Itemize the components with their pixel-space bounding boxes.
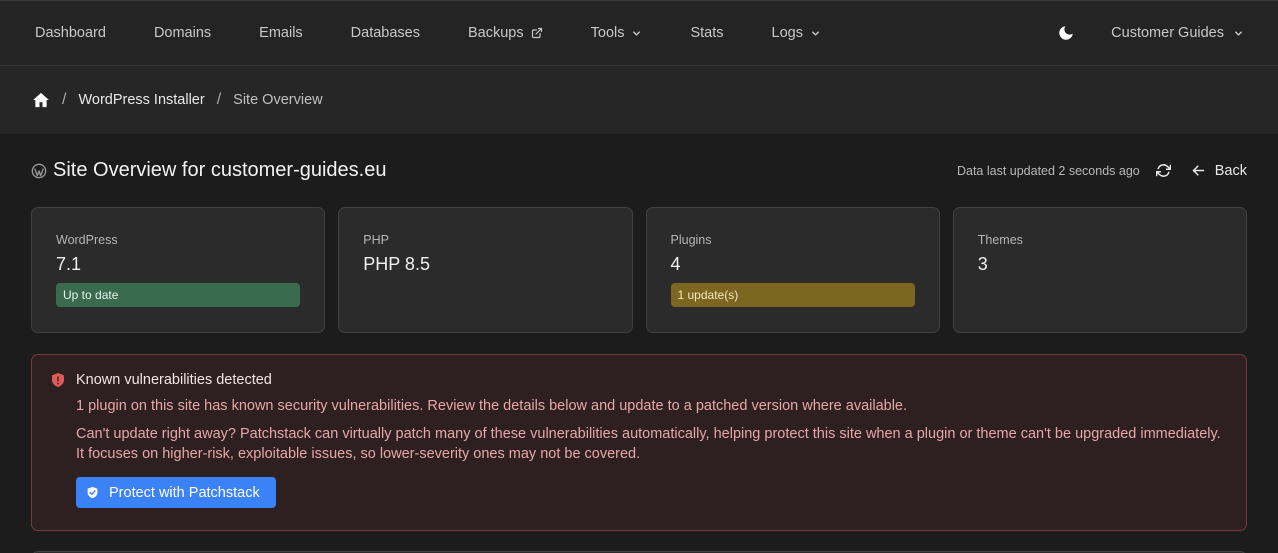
stats-cards: WordPress 7.1 Up to date PHP PHP 8.5 Plu… bbox=[31, 207, 1247, 333]
nav-item-label: Emails bbox=[259, 25, 303, 41]
nav-item-tools[interactable]: Tools bbox=[591, 25, 643, 41]
card-value: 7.1 bbox=[56, 254, 82, 274]
back-button[interactable]: Back bbox=[1191, 163, 1247, 179]
nav-right: Customer Guides bbox=[1057, 24, 1244, 42]
nav-item-dashboard[interactable]: Dashboard bbox=[35, 25, 106, 41]
chevron-down-icon bbox=[1235, 30, 1242, 36]
title-row: Site Overview for customer-guides.eu Dat… bbox=[31, 134, 1247, 207]
nav-item-label: Databases bbox=[350, 25, 420, 41]
card-label: Themes bbox=[977, 233, 1023, 247]
nav-item-databases[interactable]: Databases bbox=[351, 25, 420, 41]
nav-item-label: Dashboard bbox=[35, 25, 106, 41]
card-value: 3 bbox=[977, 254, 988, 274]
refresh-icon bbox=[1155, 164, 1171, 177]
nav-item-logs[interactable]: Logs bbox=[772, 25, 821, 41]
refresh-button[interactable] bbox=[1155, 163, 1171, 178]
card-value: 4 bbox=[670, 254, 681, 274]
vulnerability-alert: Known vulnerabilities detected 1 plugin … bbox=[31, 354, 1247, 531]
button-label: Protect with Patchstack bbox=[109, 484, 260, 501]
card-wordpress: WordPress 7.1 Up to date bbox=[31, 207, 326, 333]
nav-item-stats[interactable]: Stats bbox=[690, 25, 723, 41]
main-content: Site Overview for customer-guides.eu Dat… bbox=[0, 134, 1278, 553]
breadcrumb-separator: / bbox=[62, 91, 67, 108]
breadcrumb: / WordPress Installer / Site Overview bbox=[0, 66, 1278, 134]
card-label: Plugins bbox=[670, 233, 712, 247]
breadcrumb-item-site-overview: Site Overview bbox=[233, 92, 323, 108]
breadcrumb-separator: / bbox=[216, 91, 222, 108]
card-php: PHP PHP 8.5 bbox=[338, 207, 633, 333]
nav-item-domains[interactable]: Domains bbox=[154, 25, 211, 41]
shield-alert-icon bbox=[52, 373, 64, 387]
nav-item-label: Domains bbox=[153, 25, 212, 41]
nav-item-emails[interactable]: Emails bbox=[259, 25, 303, 41]
card-plugins: Plugins 4 1 update(s) bbox=[645, 207, 940, 333]
arrow-left-icon bbox=[1192, 165, 1204, 176]
update-badge: 1 update(s) bbox=[670, 283, 915, 307]
alert-title: Known vulnerabilities detected bbox=[76, 372, 272, 388]
nav-item-backups[interactable]: Backups bbox=[468, 25, 543, 41]
home-link[interactable] bbox=[32, 91, 50, 109]
page-title: Site Overview for customer-guides.eu bbox=[53, 159, 387, 181]
nav-item-label: Stats bbox=[690, 25, 724, 41]
external-link-icon bbox=[531, 27, 542, 39]
protect-with-patchstack-button[interactable]: Protect with Patchstack bbox=[76, 477, 276, 508]
alert-header: Known vulnerabilities detected bbox=[50, 372, 1228, 388]
title-left: Site Overview for customer-guides.eu bbox=[31, 159, 386, 182]
nav-item-label: Backups bbox=[468, 25, 524, 41]
shield-check-icon bbox=[87, 486, 98, 499]
alert-text-patchstack: Can't update right away? Patchstack can … bbox=[76, 426, 1221, 462]
card-themes: Themes 3 bbox=[952, 207, 1247, 333]
nav-item-label: Logs bbox=[771, 25, 803, 41]
card-value: PHP 8.5 bbox=[363, 254, 430, 274]
nav-item-label: Tools bbox=[590, 25, 625, 41]
account-label: Customer Guides bbox=[1111, 25, 1224, 41]
title-right: Data last updated 2 seconds ago Back bbox=[957, 163, 1247, 179]
nav-items: Dashboard Domains Emails Databases Backu… bbox=[35, 25, 1057, 41]
last-updated-text: Data last updated 2 seconds ago bbox=[956, 163, 1140, 178]
account-menu[interactable]: Customer Guides bbox=[1111, 25, 1244, 41]
breadcrumb-item-wordpress-installer[interactable]: WordPress Installer bbox=[78, 92, 204, 108]
wordpress-icon bbox=[31, 163, 47, 178]
chevron-down-icon bbox=[633, 30, 641, 36]
chevron-down-icon bbox=[812, 30, 819, 36]
home-icon bbox=[33, 92, 49, 108]
alert-text: 1 plugin on this site has known security… bbox=[76, 398, 908, 414]
card-label: WordPress bbox=[56, 233, 118, 247]
theme-toggle-button[interactable] bbox=[1057, 24, 1075, 42]
moon-icon bbox=[1059, 26, 1073, 40]
back-label: Back bbox=[1214, 162, 1247, 179]
status-badge: Up to date bbox=[56, 283, 301, 307]
top-navigation: Dashboard Domains Emails Databases Backu… bbox=[0, 0, 1278, 66]
card-label: PHP bbox=[363, 233, 389, 247]
